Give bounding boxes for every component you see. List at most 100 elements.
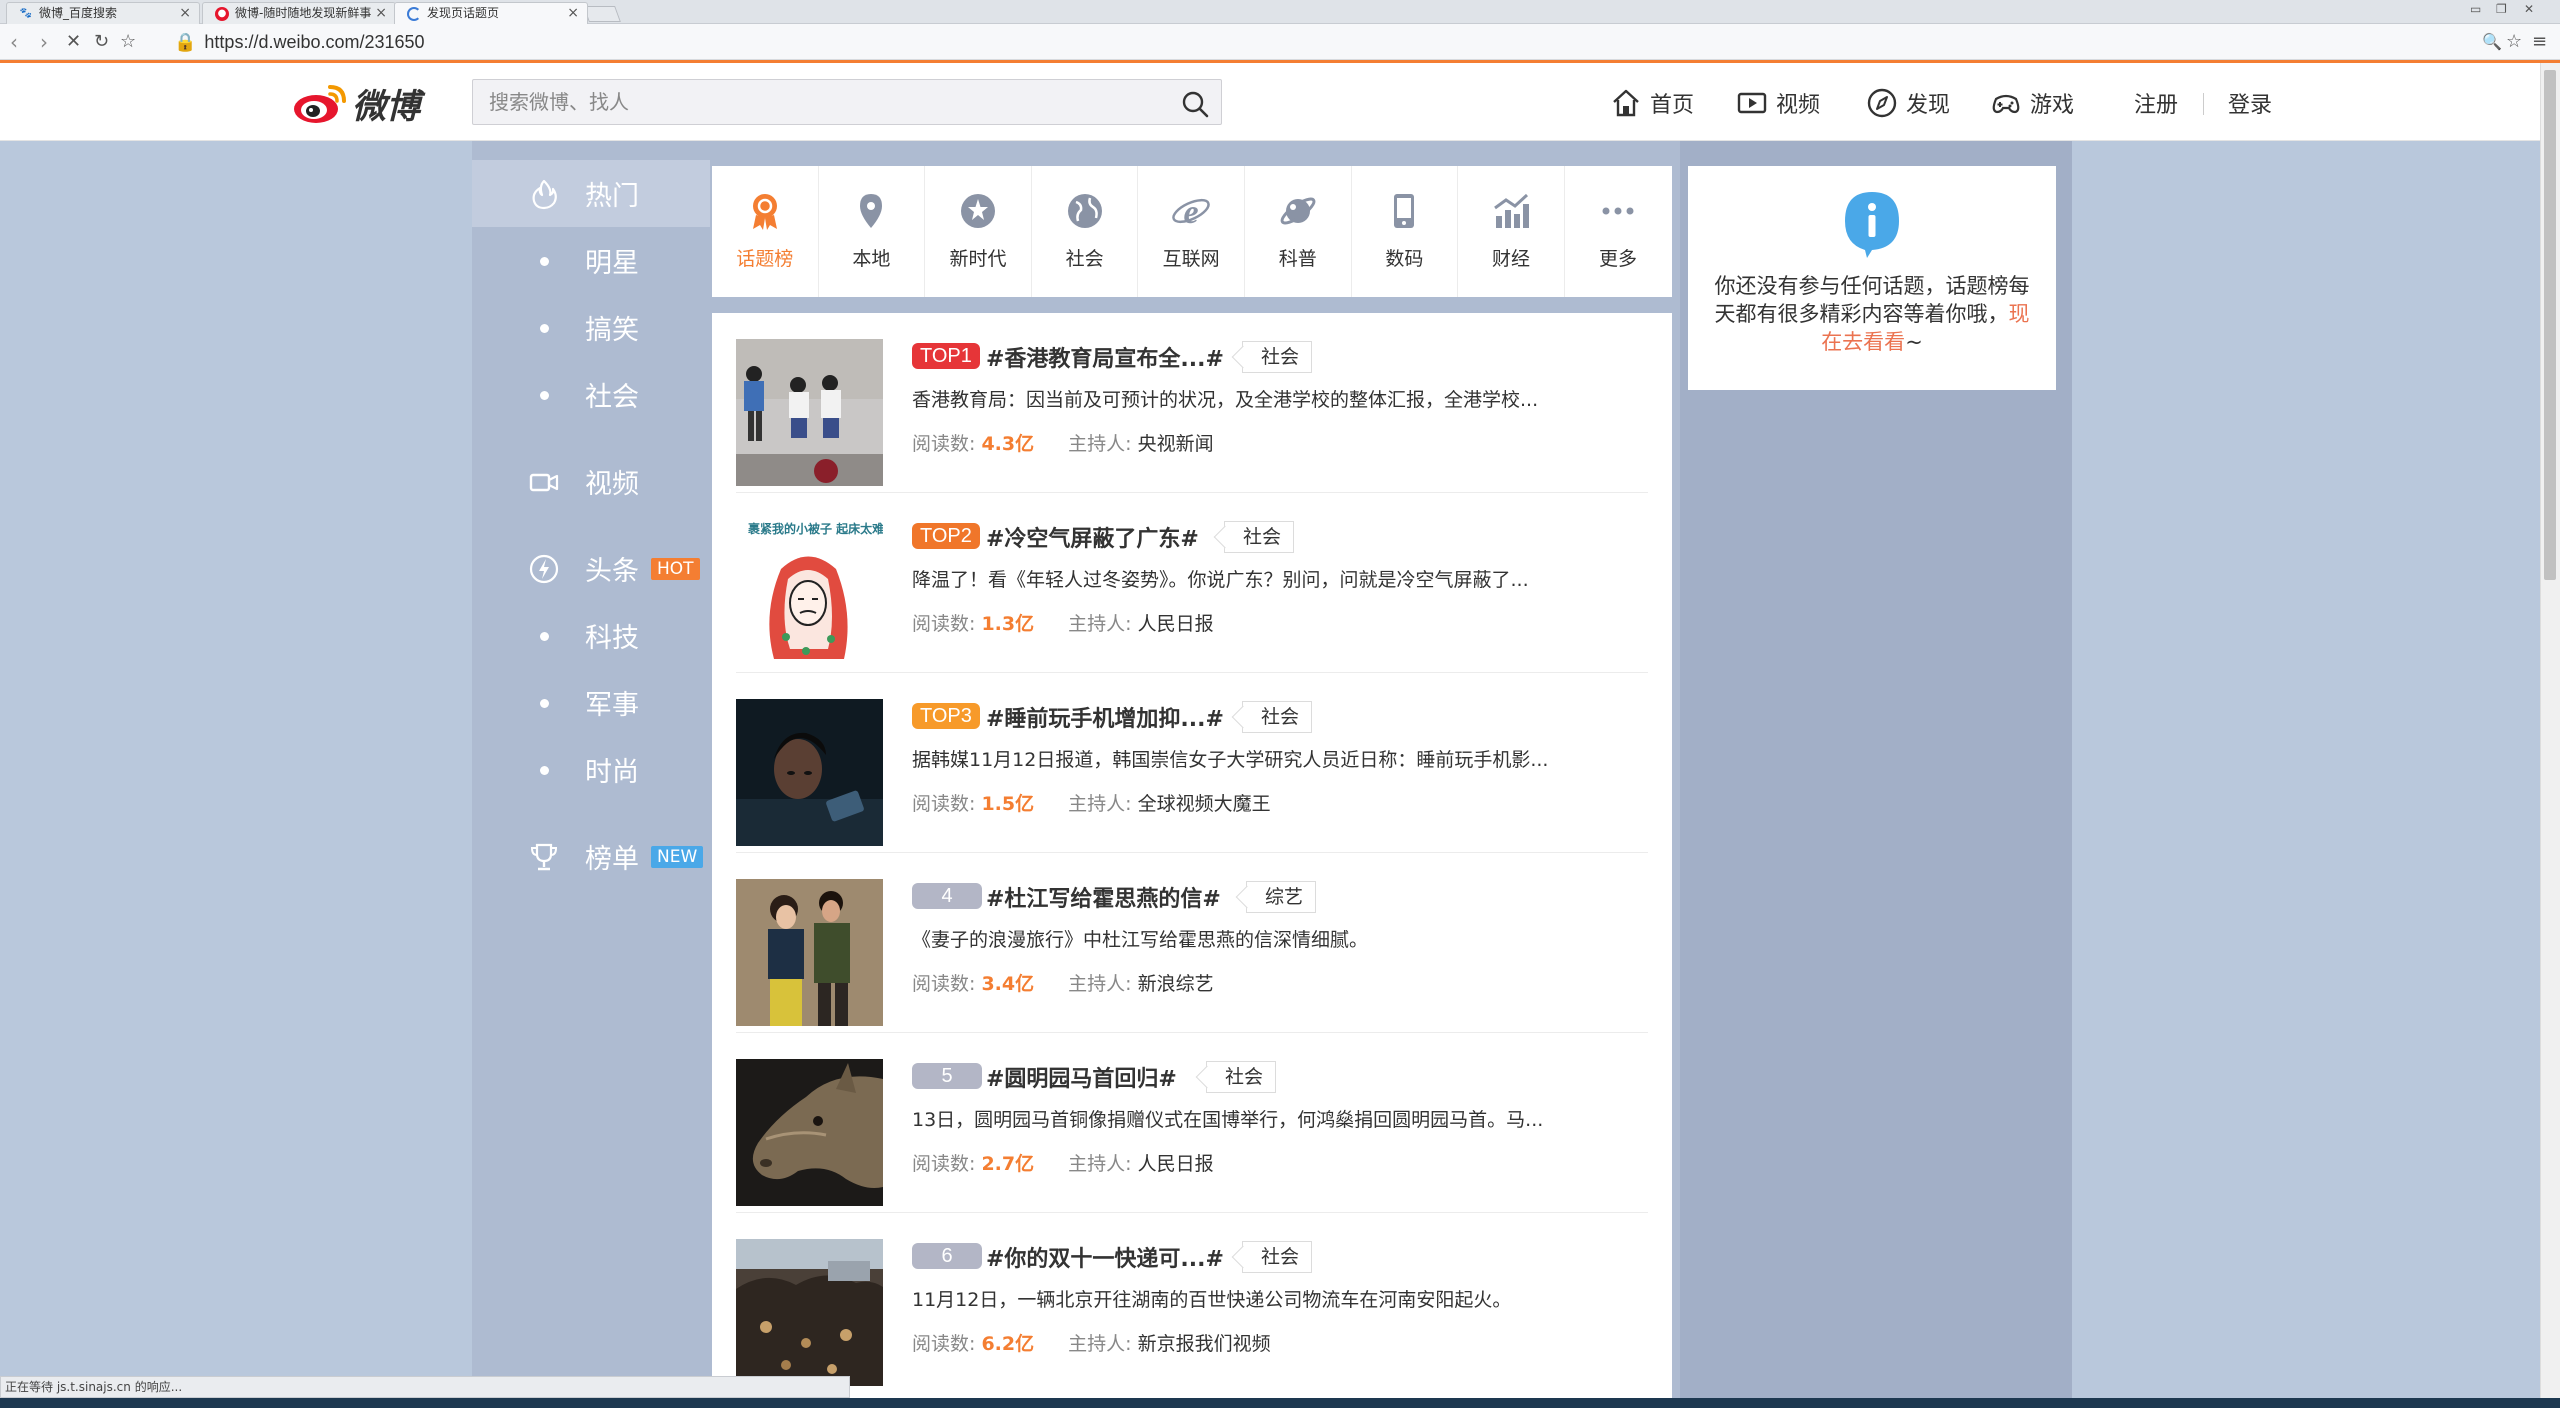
rank-badge: 4 (912, 883, 982, 909)
tab-weibo-home[interactable]: ● 微博-随时随地发现新鲜事 × (202, 2, 396, 24)
topic-title[interactable]: #睡前玩手机增加抑...# (986, 701, 1224, 733)
reload-icon[interactable]: ↻ (94, 32, 109, 52)
category-new-era[interactable]: 新时代 (925, 166, 1032, 297)
nav-discover[interactable]: 发现 (1866, 83, 1950, 123)
topic-meta: 阅读数: 3.4亿 主持人: 新浪综艺 (912, 969, 1214, 996)
host-label: 主持人: (1068, 1153, 1132, 1175)
restore-icon[interactable]: ❐ (2496, 2, 2507, 16)
search-input[interactable] (473, 80, 1153, 124)
close-icon[interactable]: × (567, 3, 579, 23)
nav-home[interactable]: 首页 (1610, 83, 1694, 123)
stop-icon[interactable]: ✕ (66, 32, 81, 52)
bullet-dot-icon (540, 324, 549, 333)
menu-item-video[interactable]: 视频 (472, 448, 710, 515)
rank-badge: 6 (912, 1243, 982, 1269)
login-link[interactable]: 登录 (2228, 83, 2272, 123)
host-label: 主持人: (1068, 1333, 1132, 1355)
menu-item-headlines[interactable]: 头条 HOT (472, 535, 710, 602)
new-tab-button[interactable] (583, 6, 621, 22)
forward-icon[interactable]: › (40, 32, 48, 52)
menu-item-stars[interactable]: 明星 (472, 227, 710, 294)
topic-title[interactable]: #圆明园马首回归# (986, 1061, 1177, 1093)
host-name[interactable]: 全球视频大魔王 (1138, 793, 1271, 815)
close-window-icon[interactable]: ✕ (2524, 2, 2534, 16)
back-icon[interactable]: ‹ (10, 32, 18, 52)
rank-badge: 5 (912, 1063, 982, 1089)
url-text: d.weibo.com/231650 (258, 32, 425, 52)
topic-category-tag[interactable]: 社会 (1242, 1241, 1313, 1273)
topic-thumbnail[interactable]: 裹紧我的小被子 起床太难了！ (736, 519, 883, 666)
hot-badge: HOT (651, 557, 700, 580)
tab-topic-page[interactable]: 发现页话题页 × (394, 2, 588, 24)
menu-item-funny[interactable]: 搞笑 (472, 294, 710, 361)
topic-category-tag[interactable]: 社会 (1242, 341, 1313, 373)
category-finance[interactable]: 财经 (1458, 166, 1565, 297)
category-topic-rank[interactable]: 话题榜 (712, 166, 819, 297)
location-pin-icon (860, 194, 883, 228)
category-label: 财经 (1491, 248, 1530, 270)
weibo-eye-logo-icon (294, 85, 346, 123)
topic-thumbnail[interactable] (736, 1059, 883, 1206)
topic-thumbnail[interactable] (736, 699, 883, 846)
menu-item-military[interactable]: 军事 (472, 669, 710, 736)
category-society[interactable]: 社会 (1032, 166, 1139, 297)
url-field[interactable]: 🔒 https://d.weibo.com/231650 (174, 30, 425, 54)
topic-thumbnail[interactable] (736, 1239, 883, 1386)
nav-video[interactable]: 视频 (1736, 83, 1820, 123)
read-count-label: 阅读数: (912, 613, 976, 635)
topic-category-tag[interactable]: 社会 (1242, 701, 1313, 733)
menu-item-society[interactable]: 社会 (472, 361, 710, 428)
rank-badge: TOP3 (912, 703, 980, 729)
host-name[interactable]: 人民日报 (1138, 613, 1214, 635)
host-name[interactable]: 新浪综艺 (1138, 973, 1214, 995)
topic-row[interactable]: 6 #你的双十一快递可...# 社会 11月12日，一辆北京开往湖南的百世快递公… (736, 1213, 1648, 1393)
menu-item-label: 视频 (585, 469, 639, 500)
search-icon[interactable] (1181, 90, 1209, 118)
topic-meta: 阅读数: 2.7亿 主持人: 人民日报 (912, 1149, 1214, 1176)
topic-thumbnail[interactable] (736, 339, 883, 486)
nav-label: 发现 (1906, 93, 1951, 118)
close-icon[interactable]: × (179, 3, 191, 23)
register-link[interactable]: 注册 (2134, 83, 2178, 123)
topic-title[interactable]: #你的双十一快递可...# (986, 1241, 1224, 1273)
rank-badge: TOP1 (912, 343, 980, 369)
topic-title[interactable]: #冷空气屏蔽了广东# (986, 521, 1199, 553)
topic-row[interactable]: 裹紧我的小被子 起床太难了！ TOP2 #冷空气屏蔽了广东# 社会 降温了！看《… (736, 493, 1648, 673)
topic-title[interactable]: #香港教育局宣布全...# (986, 341, 1224, 373)
host-name[interactable]: 央视新闻 (1138, 433, 1214, 455)
menu-item-hot[interactable]: 热门 (472, 160, 710, 227)
menu-item-rankings[interactable]: 榜单 NEW (472, 823, 710, 890)
nav-games[interactable]: 游戏 (1990, 83, 2074, 123)
topic-row[interactable]: 4 #杜江写给霍思燕的信# 综艺 《妻子的浪漫旅行》中杜江写给霍思燕的信深情细腻… (736, 853, 1648, 1033)
host-name[interactable]: 人民日报 (1138, 1153, 1214, 1175)
topic-row[interactable]: TOP3 #睡前玩手机增加抑...# 社会 据韩媒11月12日报道，韩国崇信女子… (736, 673, 1648, 853)
star-icon[interactable]: ☆ (2506, 32, 2522, 52)
minimize-icon[interactable]: ▭ (2470, 2, 2481, 16)
category-science[interactable]: 科普 (1245, 166, 1352, 297)
close-icon[interactable]: × (375, 3, 387, 23)
weibo-logo[interactable]: 微博 (292, 81, 420, 126)
video-icon (529, 473, 559, 492)
topic-thumbnail[interactable] (736, 879, 883, 1026)
category-more[interactable]: 更多 (1565, 166, 1672, 297)
bookmark-star-icon[interactable]: ☆ (120, 32, 136, 52)
menu-icon[interactable]: ≡ (2532, 32, 2547, 52)
topic-category-tag[interactable]: 社会 (1224, 521, 1295, 553)
zoom-icon[interactable]: 🔍 (2482, 32, 2502, 52)
tab-baidu-search[interactable]: 🐾 微博_百度搜索 × (6, 2, 200, 24)
topic-description: 香港教育局：因当前及可预计的状况，及全港学校的整体汇报，全港学校... (912, 389, 1539, 411)
topic-title[interactable]: #杜江写给霍思燕的信# (986, 881, 1221, 913)
nav-divider (2203, 93, 2204, 115)
host-name[interactable]: 新京报我们视频 (1138, 1333, 1271, 1355)
category-internet[interactable]: e 互联网 (1138, 166, 1245, 297)
topic-category-tag[interactable]: 社会 (1206, 1061, 1277, 1093)
menu-item-tech[interactable]: 科技 (472, 602, 710, 669)
category-local[interactable]: 本地 (819, 166, 926, 297)
topic-row[interactable]: TOP1 #香港教育局宣布全...# 社会 香港教育局：因当前及可预计的状况，及… (736, 313, 1648, 493)
category-bar: 话题榜 本地 新时代 社会 e 互联网 科普 数码 财经 更多 (712, 166, 1672, 297)
topic-row[interactable]: 5 #圆明园马首回归# 社会 13日，圆明园马首铜像捐赠仪式在国博举行，何鸿燊捐… (736, 1033, 1648, 1213)
scrollbar-thumb[interactable] (2544, 70, 2556, 580)
topic-category-tag[interactable]: 综艺 (1246, 881, 1317, 913)
category-digital[interactable]: 数码 (1352, 166, 1459, 297)
menu-item-fashion[interactable]: 时尚 (472, 736, 710, 803)
